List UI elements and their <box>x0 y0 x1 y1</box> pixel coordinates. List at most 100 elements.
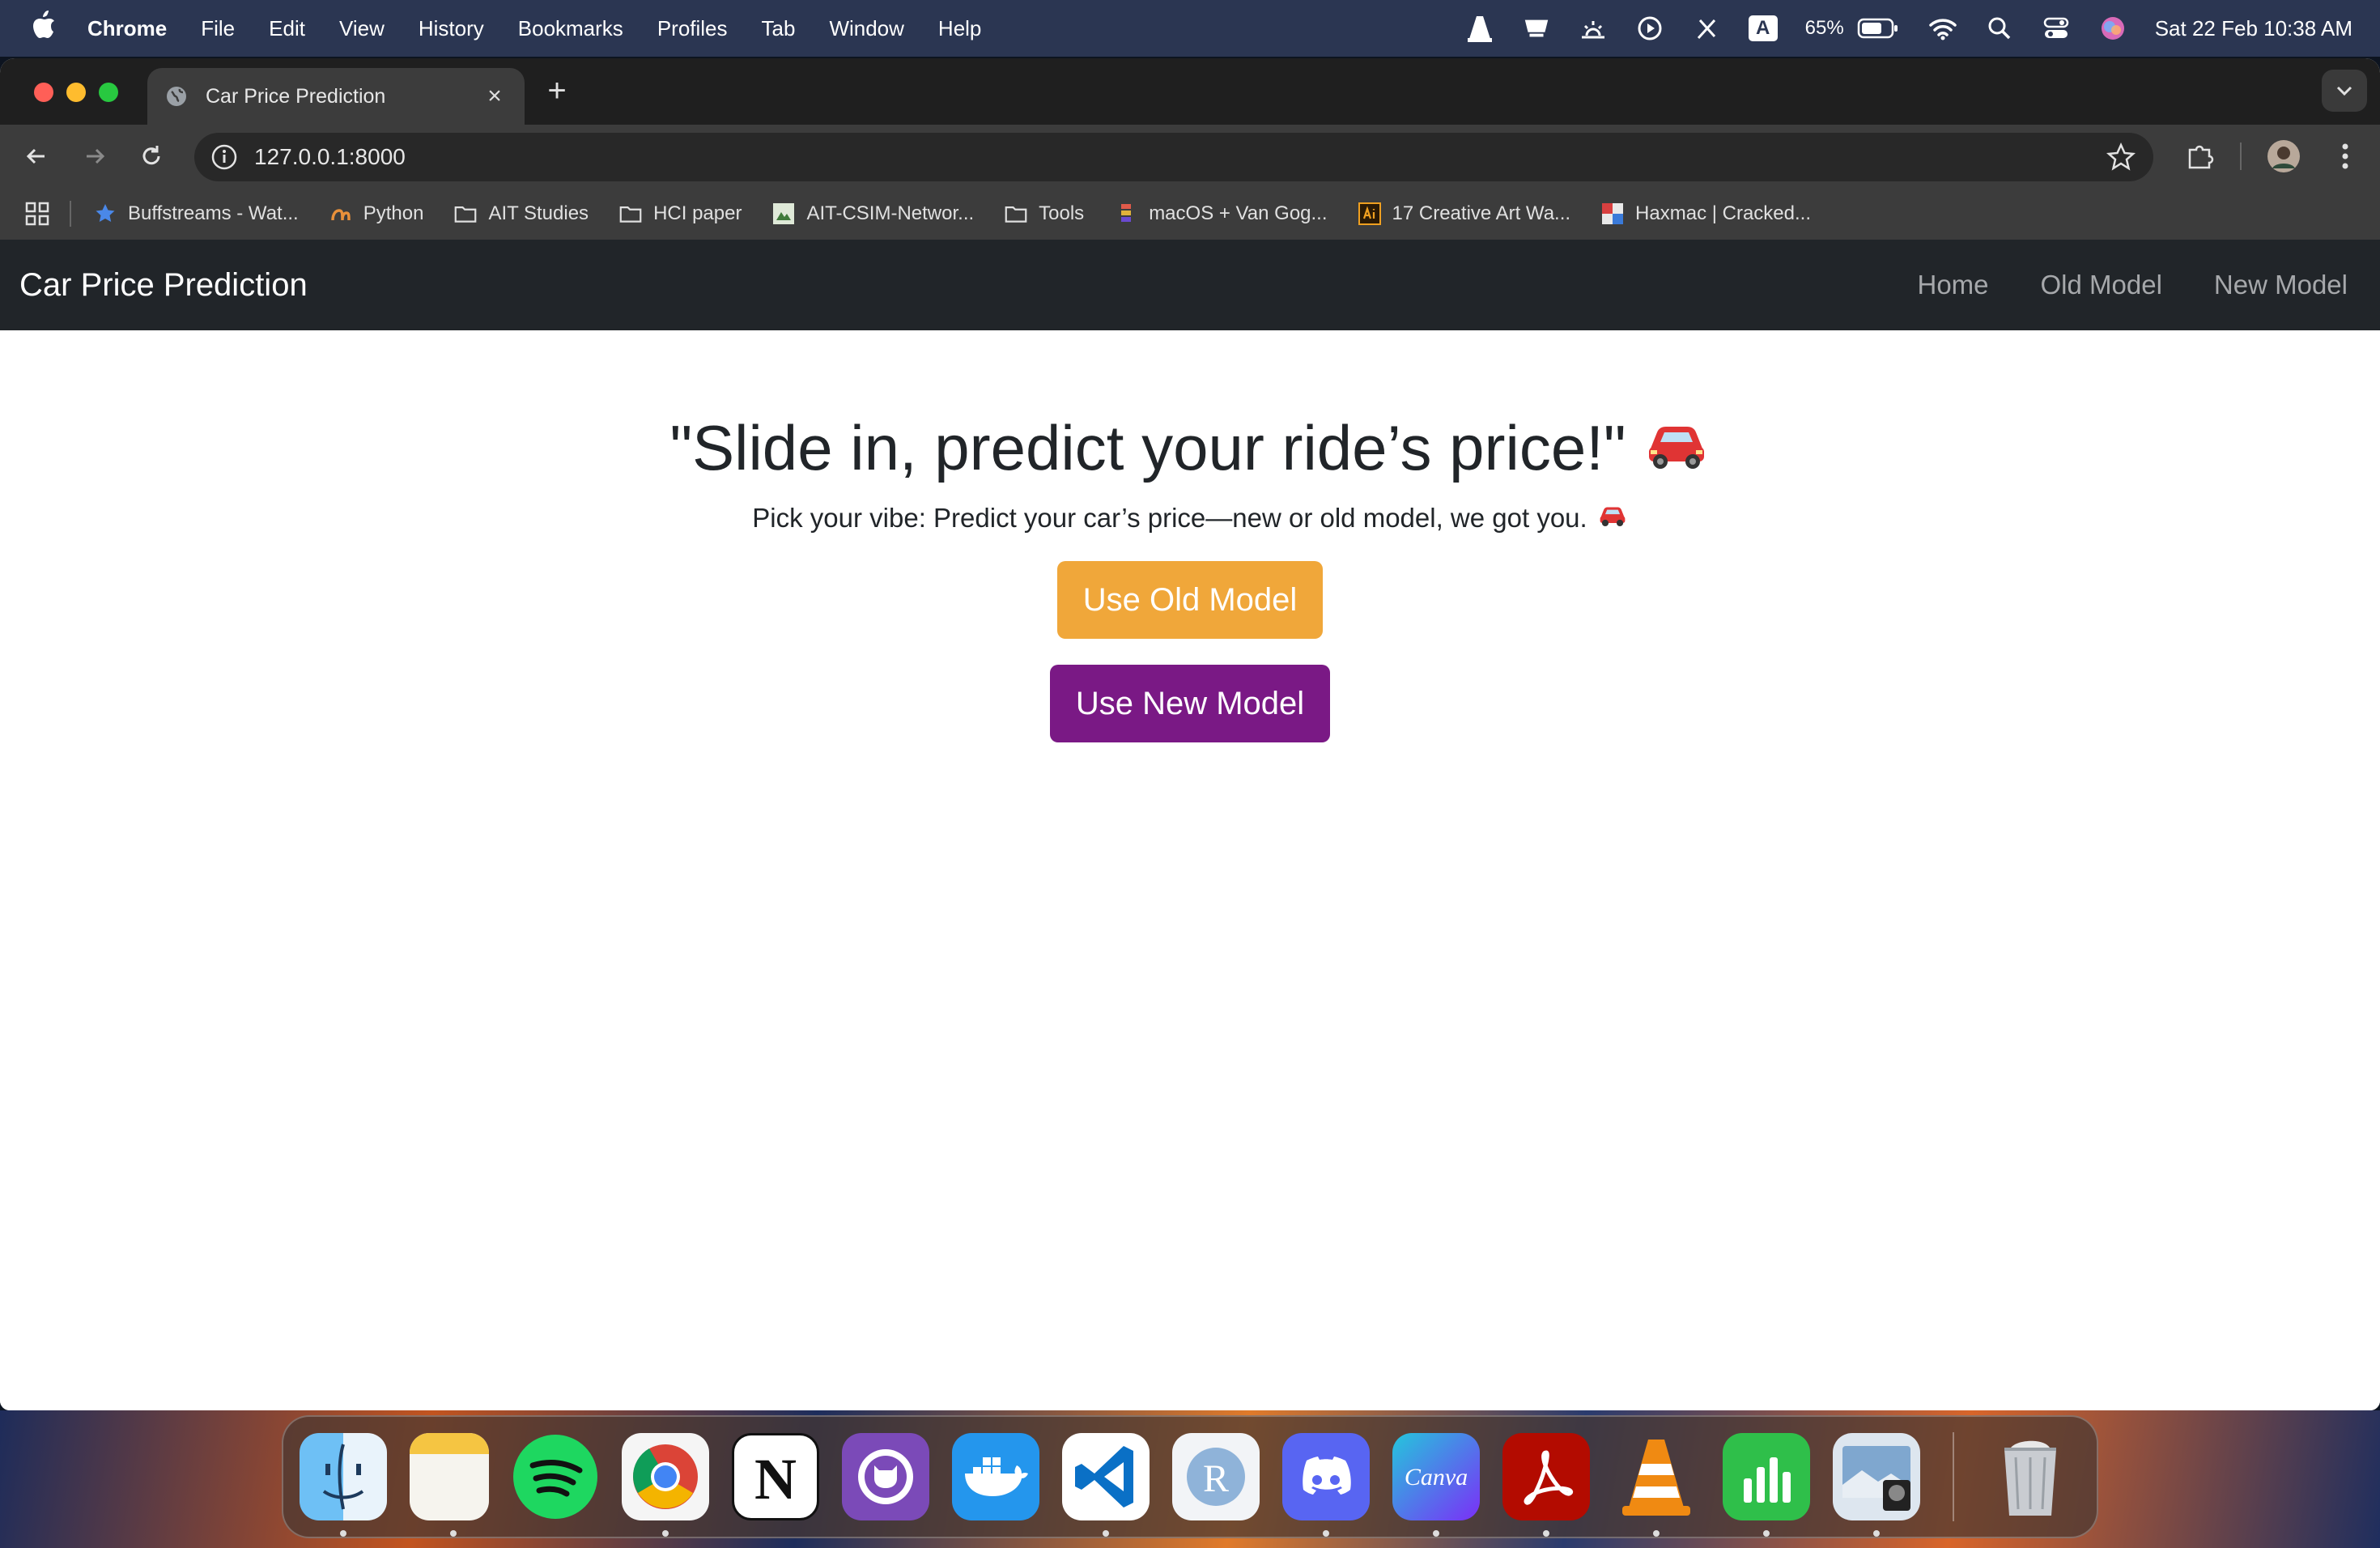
numbers-icon[interactable] <box>1723 1433 1811 1537</box>
notion-icon[interactable]: N <box>732 1433 820 1520</box>
menu-bookmarks[interactable]: Bookmarks <box>518 16 623 41</box>
bookmark-haxmac[interactable]: Haxmac | Cracked... <box>1601 202 1811 225</box>
profile-avatar[interactable] <box>2267 139 2301 173</box>
folder-icon <box>619 202 642 225</box>
running-indicator <box>1433 1530 1440 1537</box>
display-status-icon[interactable] <box>1522 14 1551 43</box>
siri-icon[interactable] <box>2098 14 2127 43</box>
discord-icon[interactable] <box>1282 1433 1371 1537</box>
hero-subtitle-row: Pick your vibe: Predict your car’s price… <box>0 503 2380 534</box>
running-indicator <box>1103 1530 1110 1537</box>
navbar-brand[interactable]: Car Price Prediction <box>19 267 1865 304</box>
vlc-status-icon[interactable] <box>1465 14 1494 43</box>
hero-title-row: "Slide in, predict your ride’s price!" <box>0 411 2380 485</box>
dock: N R Canva <box>282 1415 2098 1538</box>
menu-tab[interactable]: Tab <box>762 16 796 41</box>
use-old-model-button[interactable]: Use Old Model <box>1056 561 1324 639</box>
running-indicator <box>340 1530 346 1537</box>
web-page: Car Price Prediction Home Old Model New … <box>0 240 2380 1410</box>
nav-link-old-model[interactable]: Old Model <box>2041 270 2162 300</box>
site-icon <box>1115 202 1137 225</box>
menu-file[interactable]: File <box>201 16 235 41</box>
reload-icon <box>142 146 160 165</box>
toolbar-divider <box>2240 142 2242 170</box>
play-status-icon[interactable] <box>1635 14 1664 43</box>
spotify-icon[interactable] <box>512 1433 599 1520</box>
battery-icon[interactable] <box>1855 14 1901 43</box>
running-indicator <box>450 1530 457 1537</box>
bookmark-ait-csim[interactable]: AIT-CSIM-Networ... <box>772 202 974 225</box>
menu-bar: Chrome File Edit View History Bookmarks … <box>0 0 2380 57</box>
apps-button[interactable] <box>24 201 50 227</box>
bookmark-buffstreams[interactable]: Buffstreams - Wat... <box>94 202 299 225</box>
site-info-icon[interactable] <box>210 143 238 171</box>
nav-link-home[interactable]: Home <box>1917 270 1988 300</box>
menu-edit[interactable]: Edit <box>269 16 305 41</box>
status-area: A 65% Sat 22 Feb 10:38 AM <box>1438 0 2352 57</box>
github-desktop-icon[interactable] <box>842 1433 930 1520</box>
canva-icon[interactable]: Canva <box>1392 1433 1481 1537</box>
site-navbar: Car Price Prediction Home Old Model New … <box>0 240 2380 330</box>
use-new-model-button[interactable]: Use New Model <box>1049 665 1331 742</box>
back-button[interactable] <box>19 139 53 173</box>
bookmark-hci-paper[interactable]: HCI paper <box>619 202 742 225</box>
bookmark-label: Buffstreams - Wat... <box>128 202 299 224</box>
python-icon <box>329 202 352 225</box>
vscode-icon[interactable] <box>1062 1433 1150 1537</box>
running-indicator <box>1323 1530 1330 1537</box>
bookmark-ait-studies[interactable]: AIT Studies <box>454 202 589 225</box>
globe-icon <box>165 85 188 108</box>
bookmark-tools[interactable]: Tools <box>1005 202 1084 225</box>
address-bar[interactable]: 127.0.0.1:8000 <box>194 133 2153 181</box>
back-arrow-icon <box>26 148 45 164</box>
bookmark-creative-art[interactable]: 17 Creative Art Wa... <box>1358 202 1570 225</box>
menu-profiles[interactable]: Profiles <box>657 16 728 41</box>
reload-button[interactable] <box>134 139 168 173</box>
tab-search-button[interactable] <box>2322 70 2367 112</box>
clock[interactable]: Sat 22 Feb 10:38 AM <box>2155 16 2352 41</box>
extensions-button[interactable] <box>2182 139 2216 173</box>
pen-status-icon[interactable] <box>1692 14 1721 43</box>
menu-history[interactable]: History <box>419 16 484 41</box>
bookmark-macos-van-gogh[interactable]: macOS + Van Gog... <box>1115 202 1328 225</box>
minimize-window-button[interactable] <box>66 83 86 102</box>
docker-icon[interactable] <box>952 1433 1040 1520</box>
chrome-icon[interactable] <box>622 1433 710 1537</box>
acrobat-icon[interactable] <box>1502 1433 1591 1537</box>
menu-view[interactable]: View <box>339 16 385 41</box>
bookmark-star-icon[interactable] <box>2105 141 2137 173</box>
puzzle-icon <box>2188 145 2214 169</box>
notes-icon[interactable] <box>410 1433 490 1537</box>
finder-icon[interactable] <box>300 1433 387 1537</box>
preview-icon[interactable] <box>1833 1433 1921 1537</box>
wifi-icon[interactable] <box>1928 14 1957 43</box>
menu-app-chrome[interactable]: Chrome <box>87 16 167 41</box>
nav-link-new-model[interactable]: New Model <box>2214 270 2348 300</box>
browser-toolbar: 127.0.0.1:8000 <box>0 125 2380 188</box>
forward-arrow-icon <box>87 148 105 164</box>
site-icon <box>772 202 795 225</box>
forward-button[interactable] <box>78 139 112 173</box>
hero-section: "Slide in, predict your ride’s price!" P… <box>0 411 2380 742</box>
url-text[interactable]: 127.0.0.1:8000 <box>254 144 2105 170</box>
spotlight-search-icon[interactable] <box>1985 14 2014 43</box>
close-window-button[interactable] <box>34 83 53 102</box>
r-icon[interactable]: R <box>1172 1433 1260 1520</box>
zoom-window-button[interactable] <box>99 83 118 102</box>
bookmark-label: HCI paper <box>653 202 742 224</box>
new-tab-button[interactable]: + <box>541 74 573 107</box>
chrome-menu-button[interactable] <box>2328 139 2362 173</box>
trash-icon[interactable] <box>1987 1433 2074 1520</box>
apple-menu-icon[interactable] <box>23 11 63 46</box>
menu-window[interactable]: Window <box>829 16 903 41</box>
bookmark-python[interactable]: Python <box>329 202 423 225</box>
control-center-icon[interactable] <box>2042 14 2071 43</box>
menu-help[interactable]: Help <box>938 16 981 41</box>
input-source-icon[interactable]: A <box>1748 14 1778 43</box>
vlc-icon[interactable] <box>1613 1433 1700 1537</box>
site-icon <box>1601 202 1624 225</box>
tab-active[interactable]: Car Price Prediction × <box>147 68 525 125</box>
brightness-status-icon[interactable] <box>1579 14 1608 43</box>
tab-close-icon[interactable]: × <box>482 83 507 110</box>
apps-grid-icon <box>25 202 49 226</box>
